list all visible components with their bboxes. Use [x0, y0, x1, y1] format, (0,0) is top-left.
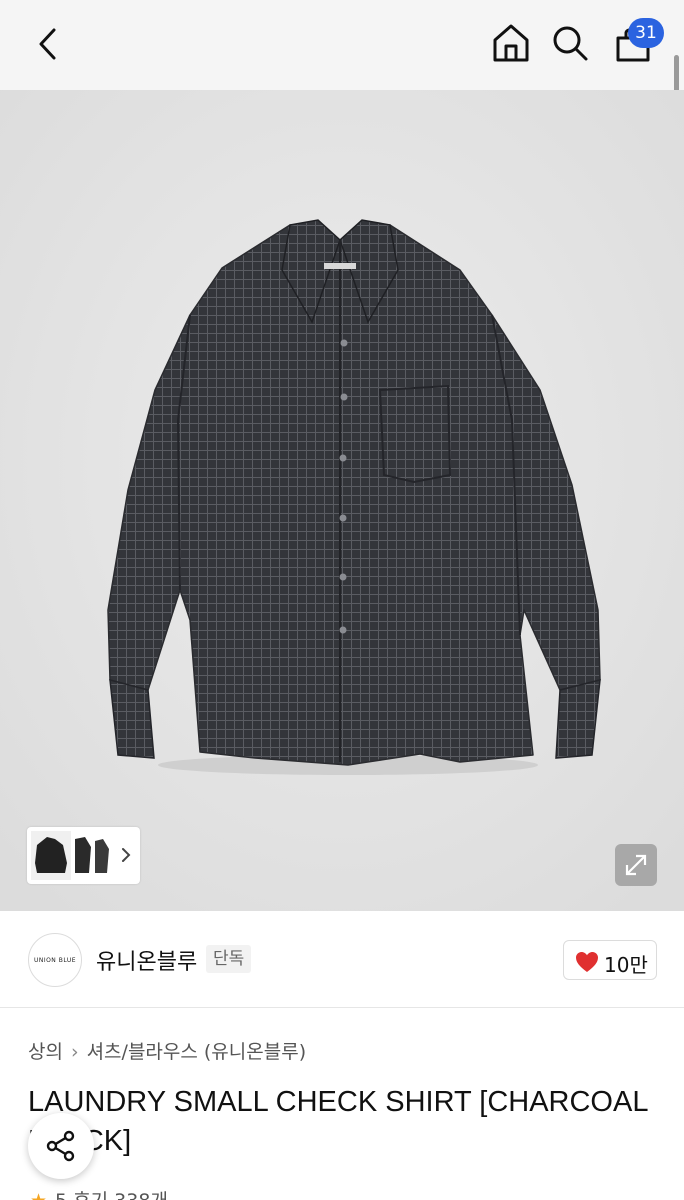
product-title: LAUNDRY SMALL CHECK SHIRT [CHARCOAL BLAC…: [28, 1086, 648, 1157]
thumbnail-images: [31, 831, 109, 880]
search-button[interactable]: [550, 22, 590, 64]
chevron-right-icon: ›: [70, 1041, 79, 1063]
breadcrumb-category[interactable]: 상의: [28, 1041, 63, 1063]
cart-count-badge: 31: [628, 18, 664, 48]
brand-row: UNION BLUE 유니온블루 단독 10만: [0, 912, 684, 1008]
review-count: 후기 338개: [73, 1190, 168, 1200]
home-icon: [493, 24, 529, 62]
product-image: [0, 90, 684, 911]
brand-logo[interactable]: UNION BLUE: [28, 933, 82, 987]
product-image-gallery[interactable]: [0, 90, 684, 911]
search-icon: [553, 26, 588, 61]
breadcrumb-subcategory[interactable]: 셔츠/블라우스 (유니온블루): [87, 1041, 307, 1063]
expand-image-button[interactable]: [615, 844, 657, 886]
home-button[interactable]: [489, 22, 533, 64]
share-button[interactable]: [28, 1113, 94, 1179]
rating-score: 5: [55, 1190, 67, 1200]
brand-name-link[interactable]: 유니온블루: [96, 944, 197, 976]
like-count: 10만: [604, 953, 648, 977]
exclusive-tag: 단독: [206, 945, 252, 973]
back-button[interactable]: [30, 24, 66, 64]
breadcrumb: 상의 › 셔츠/블라우스 (유니온블루): [28, 1037, 306, 1064]
brand-logo-text: UNION BLUE: [33, 956, 77, 964]
top-bar: 31: [0, 0, 684, 90]
share-icon: [46, 1130, 75, 1162]
chevron-left-icon: [39, 28, 56, 60]
rating-row[interactable]: ★ 5 후기 338개: [30, 1186, 168, 1200]
star-icon: ★: [30, 1190, 47, 1200]
expand-arrows-icon: [625, 854, 647, 876]
thumbnail-strip[interactable]: [27, 827, 140, 884]
like-button[interactable]: 10만: [563, 940, 657, 980]
heart-icon: [576, 952, 598, 972]
chevron-right-icon: [122, 848, 131, 862]
